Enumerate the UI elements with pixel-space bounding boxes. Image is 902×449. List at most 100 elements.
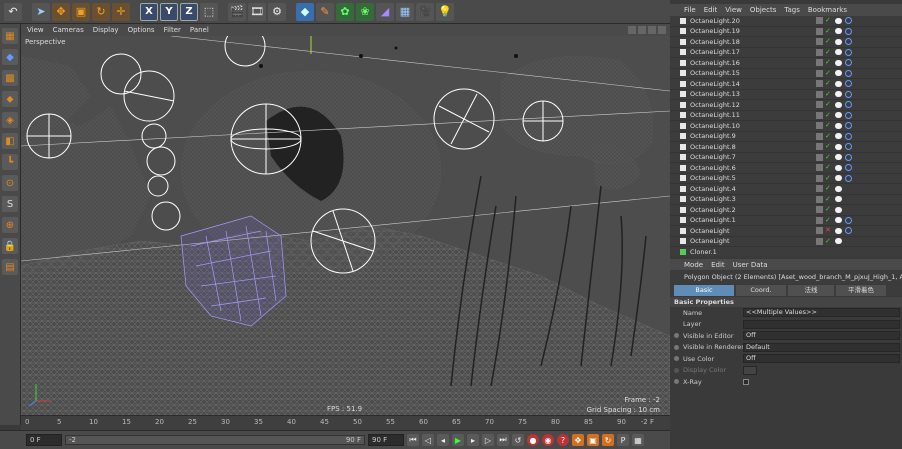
light-tag-icon[interactable] [835, 122, 842, 129]
menu-mode[interactable]: Mode [684, 261, 703, 269]
object-row[interactable]: OctaneLight.3 ✓ [670, 195, 902, 205]
object-name[interactable]: OctaneLight.7 [690, 153, 816, 161]
octane-tag-icon[interactable] [845, 17, 852, 25]
menu-user-data[interactable]: User Data [733, 261, 768, 269]
light-tag-icon[interactable] [835, 59, 842, 66]
render-settings-icon[interactable]: ⚙ [268, 2, 286, 21]
layer-icon[interactable] [816, 38, 823, 46]
light-tag-icon[interactable] [835, 38, 842, 45]
go-to-start-icon[interactable]: ⏮ [407, 434, 419, 446]
visibility-check-icon[interactable]: ✓ [825, 48, 832, 56]
next-key-icon[interactable]: ▷ [482, 434, 494, 446]
visibility-check-icon[interactable]: ✓ [825, 237, 832, 245]
axis-z-toggle[interactable]: Z [180, 2, 198, 21]
octane-tag-icon[interactable] [845, 48, 852, 56]
light-tag-icon[interactable] [835, 143, 842, 150]
menu-display[interactable]: Display [93, 26, 119, 34]
visible-editor-select[interactable]: Off [743, 331, 900, 341]
layer-icon[interactable] [816, 206, 823, 214]
light-tag-icon[interactable] [835, 154, 842, 161]
object-row[interactable]: OctaneLight.17 ✓ [670, 48, 902, 58]
visibility-check-icon[interactable]: ✓ [825, 27, 832, 35]
go-to-end-icon[interactable]: ⏭ [497, 434, 509, 446]
object-row[interactable]: OctaneLight.5 ✓ [670, 174, 902, 184]
object-name[interactable]: OctaneLight.19 [690, 27, 816, 35]
texture-mode-icon[interactable]: ▩ [2, 70, 18, 86]
orbit-icon[interactable] [648, 26, 656, 34]
visibility-check-icon[interactable]: ✓ [825, 122, 832, 129]
octane-tag-icon[interactable] [845, 164, 852, 172]
light-tag-icon[interactable] [835, 164, 842, 171]
cube-icon[interactable]: ◆ [296, 2, 314, 21]
object-row[interactable]: OctaneLight.14 ✓ [670, 79, 902, 90]
visibility-check-icon[interactable]: ✓ [825, 38, 832, 45]
layer-icon[interactable] [816, 164, 823, 172]
object-row[interactable]: OctaneLight.18 ✓ [670, 37, 902, 48]
light-tag-icon[interactable] [835, 80, 842, 87]
axis-mode-icon[interactable]: ┗ [2, 154, 18, 170]
frame-range-slider[interactable]: -2 90 F [65, 435, 365, 445]
param-key-icon[interactable]: P [617, 434, 629, 446]
object-name[interactable]: OctaneLight [690, 227, 816, 235]
menu-panel[interactable]: Panel [190, 26, 209, 34]
layer-field[interactable] [743, 319, 900, 329]
object-name[interactable]: OctaneLight.11 [690, 111, 816, 119]
octane-tag-icon[interactable] [845, 143, 852, 151]
object-row[interactable]: OctaneLight.1 ✓ [670, 216, 902, 226]
object-row[interactable]: OctaneLight.11 ✓ [670, 111, 902, 121]
light-tag-icon[interactable] [835, 112, 842, 119]
object-row[interactable]: OctaneLight.19 ✓ [670, 27, 902, 37]
object-name[interactable]: OctaneLight.8 [690, 143, 816, 151]
layer-icon[interactable] [816, 48, 823, 56]
visibility-check-icon[interactable]: ✓ [825, 185, 832, 192]
position-key-icon[interactable]: ✥ [572, 434, 584, 446]
light-tag-icon[interactable] [835, 101, 842, 108]
object-name[interactable]: OctaneLight.2 [690, 206, 816, 214]
tab-coord[interactable]: Coord. [736, 285, 786, 296]
object-row[interactable]: OctaneLight.16 ✓ [670, 58, 902, 69]
object-row[interactable]: OctaneLight.10 ✓ [670, 121, 902, 132]
object-row[interactable]: Cloner.1 [670, 247, 902, 256]
animate-radio[interactable] [674, 333, 679, 339]
layer-icon[interactable] [816, 195, 823, 203]
rotation-key-icon[interactable]: ↻ [602, 434, 614, 446]
object-name[interactable]: OctaneLight.6 [690, 164, 816, 172]
pan-icon[interactable] [628, 26, 636, 34]
visibility-check-icon[interactable]: ✓ [825, 153, 832, 161]
object-name[interactable]: Cloner.1 [690, 248, 816, 256]
object-row[interactable]: OctaneLight.4 ✓ [670, 184, 902, 195]
object-name[interactable]: OctaneLight.10 [690, 122, 816, 130]
octane-tag-icon[interactable] [845, 111, 852, 119]
scale-icon[interactable]: ▣ [72, 2, 90, 21]
edges-mode-icon[interactable]: ◈ [2, 112, 18, 128]
keyframe-selection-icon[interactable]: ? [557, 434, 569, 446]
object-row[interactable]: OctaneLight.8 ✓ [670, 142, 902, 153]
light-tag-icon[interactable] [835, 175, 842, 182]
menu-edit[interactable]: Edit [704, 6, 718, 14]
object-name[interactable]: OctaneLight.4 [690, 185, 816, 193]
zoom-icon[interactable] [638, 26, 646, 34]
layer-icon[interactable] [816, 90, 823, 98]
menu-tags[interactable]: Tags [784, 6, 800, 14]
layer-icon[interactable] [816, 101, 823, 109]
scale-key-icon[interactable]: ▣ [587, 434, 599, 446]
light-tag-icon[interactable] [835, 206, 842, 213]
tweak-mode-icon[interactable]: ⊙ [2, 175, 18, 191]
light-tag-icon[interactable] [835, 70, 842, 77]
menu-options[interactable]: Options [128, 26, 155, 34]
viewport-3d[interactable]: Perspective FPS : 51.9 Frame : -2 Grid S… [21, 36, 670, 415]
snap-icon[interactable]: S [2, 196, 18, 212]
visibility-check-icon[interactable]: ✓ [825, 69, 832, 77]
workplane-icon[interactable]: ⊕ [2, 217, 18, 233]
undo-icon[interactable]: ↶ [4, 2, 22, 21]
layer-icon[interactable] [816, 69, 823, 77]
object-row[interactable]: OctaneLight.2 ✓ [670, 205, 902, 216]
tab-normal[interactable]: 法线 [788, 285, 834, 296]
visibility-check-icon[interactable]: ✓ [825, 132, 832, 140]
layer-icon[interactable] [816, 80, 823, 88]
lock-icon[interactable]: 🔒 [2, 238, 18, 254]
camera-icon[interactable]: 🎥 [416, 2, 434, 21]
layer-icon[interactable] [816, 111, 823, 119]
visibility-check-icon[interactable]: ✓ [825, 164, 832, 171]
object-name[interactable]: OctaneLight.12 [690, 101, 816, 109]
